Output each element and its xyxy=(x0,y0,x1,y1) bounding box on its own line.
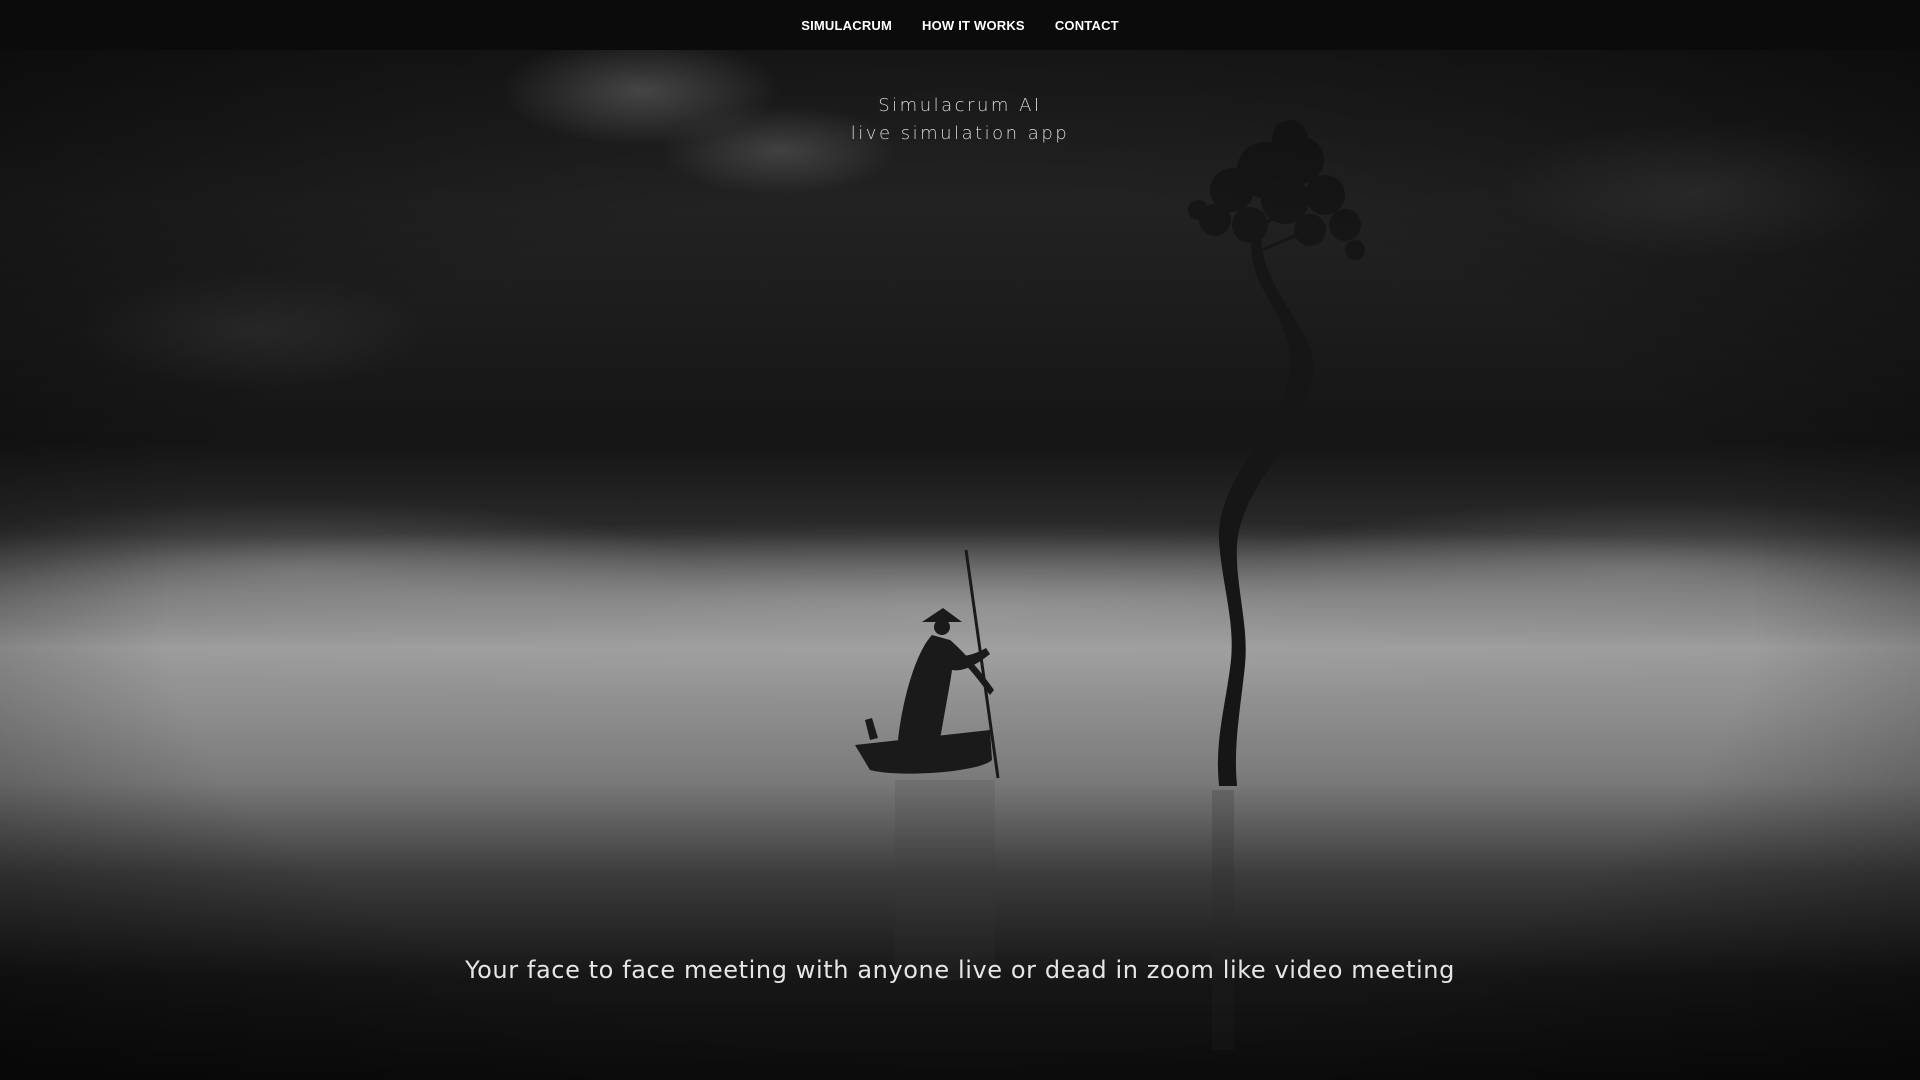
brand-subtitle: live simulation app xyxy=(850,123,1070,144)
brand-title: Simulacrum AI xyxy=(878,95,1042,116)
hero-brand: Simulacrum AI live simulation app xyxy=(0,92,1920,148)
top-navbar: SIMULACRUM HOW IT WORKS CONTACT xyxy=(0,0,1920,50)
hero-background-image xyxy=(0,50,1920,1080)
nav-link-contact[interactable]: CONTACT xyxy=(1055,18,1119,33)
nav-link-how-it-works[interactable]: HOW IT WORKS xyxy=(922,18,1025,33)
hero-tagline: Your face to face meeting with anyone li… xyxy=(465,956,1455,984)
page: SIMULACRUM HOW IT WORKS CONTACT Simulacr… xyxy=(0,0,1920,1080)
misty-lake-photo xyxy=(0,50,1920,1080)
nav-link-simulacrum[interactable]: SIMULACRUM xyxy=(801,18,892,33)
